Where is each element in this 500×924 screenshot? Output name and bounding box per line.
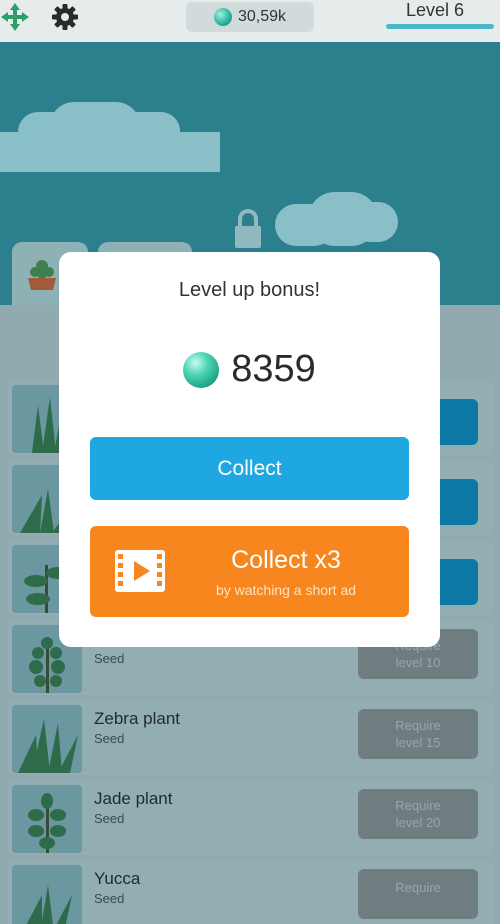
- require-level: level 10: [395, 655, 441, 670]
- plant-thumbnail: [12, 705, 82, 773]
- require-level-button[interactable]: Require level 20: [358, 789, 478, 839]
- require-level: level 20: [395, 815, 441, 830]
- collect-button[interactable]: Collect: [90, 437, 409, 500]
- cloud: [350, 202, 398, 242]
- require-level-button[interactable]: Require level 15: [358, 709, 478, 759]
- plant-thumbnail: [12, 785, 82, 853]
- list-item[interactable]: Zebra plant Seed Require level 15: [8, 701, 494, 775]
- plant-thumbnail: [12, 865, 82, 924]
- lock-icon: [235, 209, 261, 248]
- film-play-icon: [115, 550, 165, 592]
- bonus-amount-row: 8359: [59, 348, 440, 391]
- plant-name: Zebra plant: [94, 709, 180, 728]
- level-progress-bar: [386, 24, 494, 29]
- plant-subtitle: Seed: [94, 891, 125, 906]
- gem-icon: [183, 351, 220, 388]
- require-label: Require: [395, 880, 441, 895]
- gear-icon[interactable]: [50, 2, 80, 32]
- plant-subtitle: Seed: [94, 651, 125, 666]
- collect-x3-sublabel: by watching a short ad: [215, 582, 357, 598]
- top-bar: 30,59k Level 6: [0, 0, 500, 42]
- dialog-title: Level up bonus!: [178, 279, 321, 301]
- collect-x3-button[interactable]: Collect x3 by watching a short ad: [90, 526, 409, 617]
- require-level: level 15: [395, 735, 441, 750]
- list-item[interactable]: Jade plant Seed Require level 20: [8, 781, 494, 855]
- plant-subtitle: Seed: [94, 731, 125, 746]
- cloud: [0, 132, 220, 172]
- collect-x3-label: Collect x3: [231, 546, 341, 574]
- move-icon[interactable]: [0, 2, 30, 32]
- gem-balance-value: 30,59k: [237, 8, 287, 25]
- plant-subtitle: Seed: [94, 811, 125, 826]
- require-label: Require: [395, 798, 441, 813]
- require-label: Require: [395, 718, 441, 733]
- level-up-bonus-dialog: Level up bonus! 8359 Collect Collect x3 …: [59, 252, 440, 647]
- plant-name: Jade plant: [94, 789, 173, 808]
- pot-icon: [28, 260, 56, 290]
- bonus-amount: 8359: [231, 348, 316, 390]
- gem-icon: [213, 8, 232, 26]
- gem-balance[interactable]: 30,59k: [186, 2, 314, 32]
- require-level-button[interactable]: Require: [358, 869, 478, 919]
- list-item[interactable]: Yucca Seed Require: [8, 861, 494, 924]
- level-label: Level 6: [406, 0, 465, 20]
- plant-name: Yucca: [94, 869, 141, 888]
